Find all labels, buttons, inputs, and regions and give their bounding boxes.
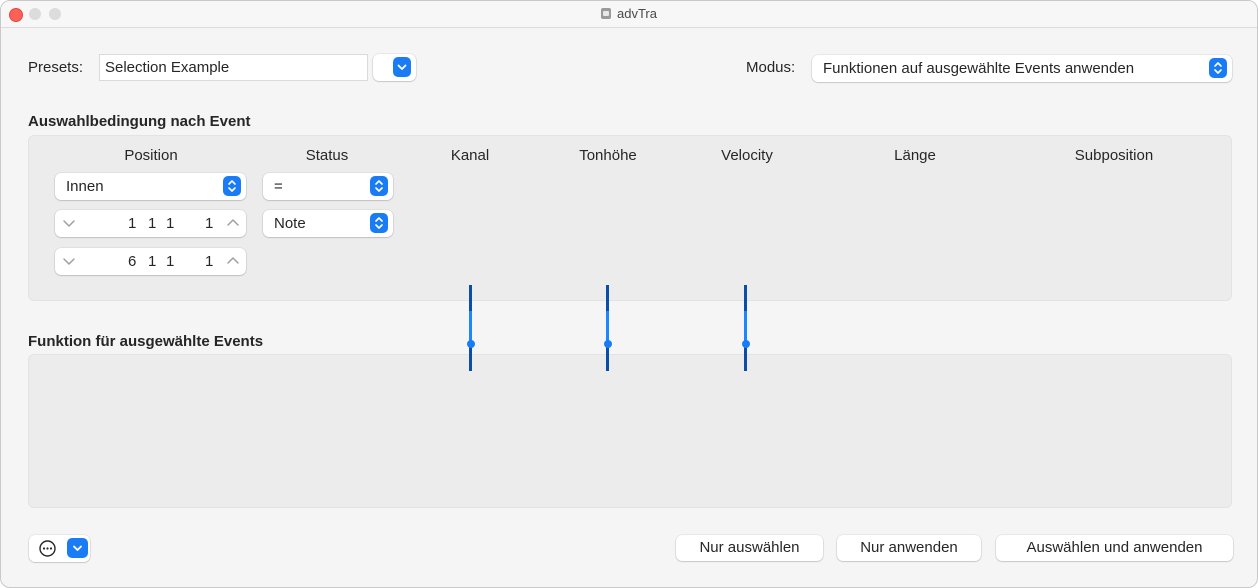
select-only-button[interactable]: Nur auswählen [676,535,823,561]
up-down-chevron-icon [223,176,241,196]
decrement-chevron-icon[interactable] [61,214,77,232]
column-header-status: Status [305,147,349,164]
position-to-bar[interactable]: 6 [128,253,136,270]
up-down-chevron-icon [370,176,388,196]
column-header-subposition: Subposition [1074,147,1154,164]
presets-label: Presets: [28,59,84,76]
up-down-chevron-icon [1209,58,1227,78]
handle-dot-icon [466,340,475,348]
column-header-velocity: Velocity [721,147,773,164]
mode-label: Modus: [746,59,796,76]
window-title-text: advTra [617,6,657,21]
increment-chevron-icon[interactable] [225,214,241,232]
position-to-division[interactable]: 1 [166,253,174,270]
position-to-tick[interactable]: 1 [205,253,213,270]
mode-popup-value: Funktionen auf ausgewählte Events anwend… [823,60,1135,77]
select-and-apply-button[interactable]: Auswählen und anwenden [996,535,1233,561]
position-to-beat[interactable]: 1 [148,253,156,270]
position-to-stepper[interactable]: 6 1 1 1 [55,248,246,275]
position-from-beat[interactable]: 1 [148,215,156,232]
action-menu-button[interactable] [29,535,90,562]
presets-field[interactable]: Selection Example [99,54,368,81]
handle-dot-icon [741,340,750,348]
decrement-chevron-icon[interactable] [61,252,77,270]
function-section-heading: Funktion für ausgewählte Events [28,333,264,350]
position-from-bar[interactable]: 1 [128,215,136,232]
column-divider-handle-velocity[interactable] [741,285,750,371]
chevron-down-icon [393,57,411,77]
increment-chevron-icon[interactable] [225,252,241,270]
status-value-popup[interactable]: Note [263,210,393,237]
presets-menu-button[interactable] [373,54,416,81]
window: advTra Presets: Selection Example Modus:… [0,0,1258,588]
status-condition-popup[interactable]: = [263,173,393,200]
up-down-chevron-icon [370,213,388,233]
function-panel [28,354,1232,508]
column-header-channel: Kanal [450,147,490,164]
column-header-pitch: Tonhöhe [579,147,637,164]
mode-popup[interactable]: Funktionen auf ausgewählte Events anwend… [812,55,1232,82]
ellipsis-circle-icon [39,540,56,557]
column-divider-handle-channel[interactable] [466,285,475,371]
column-divider-handle-pitch[interactable] [603,285,612,371]
position-condition-popup[interactable]: Innen [55,173,246,200]
column-header-length: Länge [894,147,936,164]
position-from-division[interactable]: 1 [166,215,174,232]
position-condition-value: Innen [66,178,104,195]
document-icon [601,8,611,19]
column-header-position: Position [124,147,178,164]
position-from-tick[interactable]: 1 [205,215,213,232]
chevron-down-icon [67,538,88,558]
handle-dot-icon [603,340,612,348]
window-title: advTra [1,6,1257,21]
selection-section-heading: Auswahlbedingung nach Event [28,113,251,130]
apply-only-button[interactable]: Nur anwenden [837,535,981,561]
title-bar: advTra [1,1,1257,28]
status-value: Note [274,215,306,232]
position-from-stepper[interactable]: 1 1 1 1 [55,210,246,237]
status-condition-value: = [274,178,283,195]
